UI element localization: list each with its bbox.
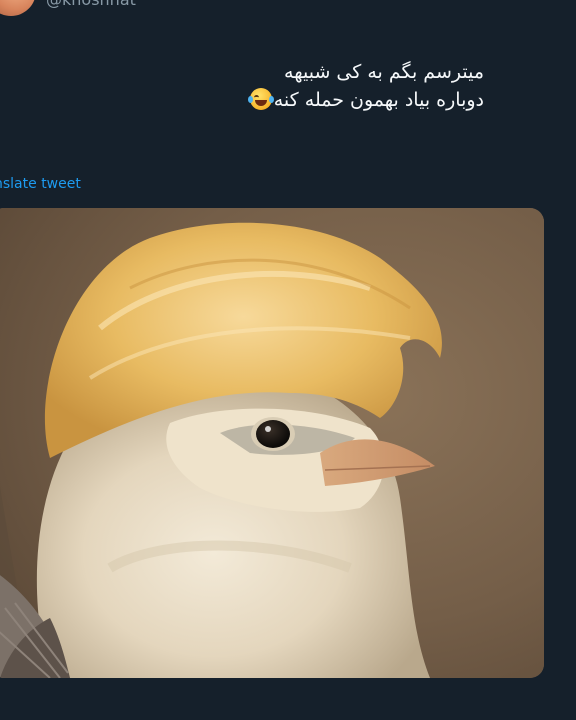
bird-image — [0, 208, 544, 678]
laughing-emoji-icon — [247, 88, 274, 110]
user-handle[interactable]: @khoshhat — [46, 0, 136, 9]
tweet-line-2-text: دوباره بیاد بهمون حمله کنه — [273, 89, 484, 111]
translate-tweet-link[interactable]: nslate tweet — [0, 176, 81, 192]
tweet-page: @khoshhat میترسم بگم به کی شبیهه دوباره … — [0, 0, 576, 720]
tweet-text: میترسم بگم به کی شبیهه دوباره بیاد بهمون… — [84, 58, 484, 114]
tweet-line-1: میترسم بگم به کی شبیهه — [284, 61, 484, 83]
tweet-media-image[interactable] — [0, 208, 544, 678]
tweet-line-2: دوباره بیاد بهمون حمله کنه — [84, 86, 484, 114]
avatar[interactable] — [0, 0, 36, 16]
